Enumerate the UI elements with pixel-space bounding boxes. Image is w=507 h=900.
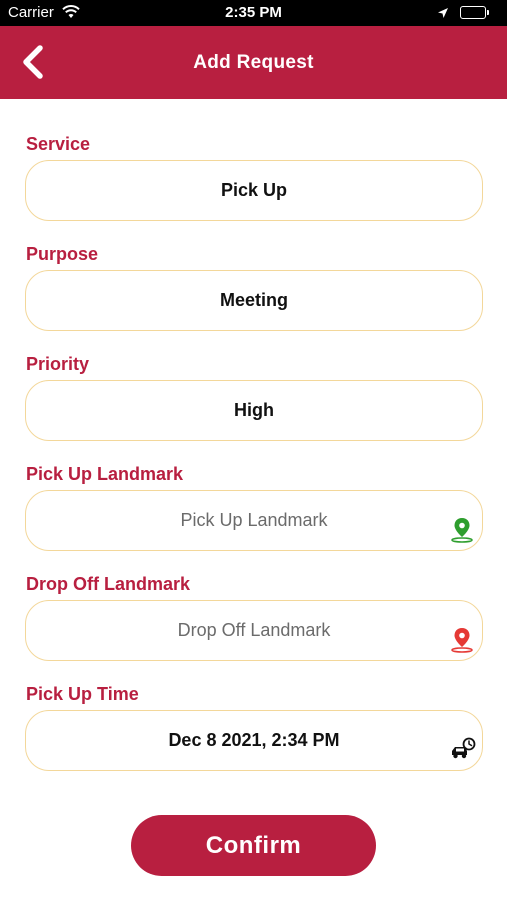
service-value: Pick Up xyxy=(220,180,288,200)
pickup-time-field[interactable]: Dec 8 2021, 2:34 PM xyxy=(25,710,483,771)
green-map-pin-icon[interactable] xyxy=(450,508,474,543)
dropoff-landmark-label: Drop Off Landmark xyxy=(26,574,191,594)
battery-icon xyxy=(460,6,486,19)
status-bar: Carrier 2:35 PM xyxy=(0,0,507,26)
status-time: 2:35 PM xyxy=(225,4,282,21)
red-map-pin-icon[interactable] xyxy=(450,618,474,653)
pickup-landmark-label: Pick Up Landmark xyxy=(26,464,184,484)
pickup-landmark-field[interactable]: Pick Up Landmark xyxy=(25,490,483,551)
pickup-time-value: Dec 8 2021, 2:34 PM xyxy=(168,730,340,750)
dropoff-landmark-placeholder: Drop Off Landmark xyxy=(177,620,331,640)
service-field[interactable]: Pick Up xyxy=(25,160,483,221)
dropoff-landmark-field[interactable]: Drop Off Landmark xyxy=(25,600,483,661)
pickup-time-label: Pick Up Time xyxy=(26,684,139,704)
priority-value: High xyxy=(234,400,274,420)
nav-bar: Add Request xyxy=(0,26,507,99)
purpose-value: Meeting xyxy=(219,290,288,310)
priority-label: Priority xyxy=(26,354,90,374)
purpose-label: Purpose xyxy=(26,244,99,264)
confirm-button[interactable]: Confirm xyxy=(131,815,376,876)
priority-field[interactable]: High xyxy=(25,380,483,441)
page-title: Add Request xyxy=(193,52,314,73)
purpose-field[interactable]: Meeting xyxy=(25,270,483,331)
pickup-landmark-placeholder: Pick Up Landmark xyxy=(180,510,328,530)
car-clock-icon[interactable] xyxy=(450,728,476,759)
service-label: Service xyxy=(26,134,91,154)
location-arrow-icon xyxy=(437,6,449,23)
